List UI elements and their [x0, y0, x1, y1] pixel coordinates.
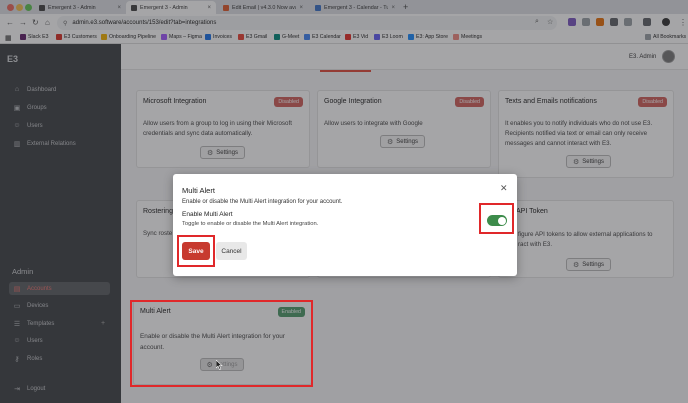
cancel-button[interactable]: Cancel: [216, 242, 247, 260]
modal-description: Enable or disable the Multi Alert integr…: [182, 199, 343, 205]
toggle-help-text: Toggle to enable or disable the Multi Al…: [182, 221, 319, 227]
toggle-label: Enable Multi Alert: [182, 211, 233, 218]
annotation-highlight-toggle: [479, 203, 514, 234]
annotation-highlight-multi-alert-card: [130, 300, 313, 387]
modal-title: Multi Alert: [182, 186, 215, 195]
multi-alert-modal: Multi Alert ✕ Enable or disable the Mult…: [173, 174, 517, 276]
annotation-highlight-save: [177, 235, 215, 267]
mouse-cursor-icon: [216, 360, 223, 370]
close-icon[interactable]: ✕: [500, 183, 508, 194]
